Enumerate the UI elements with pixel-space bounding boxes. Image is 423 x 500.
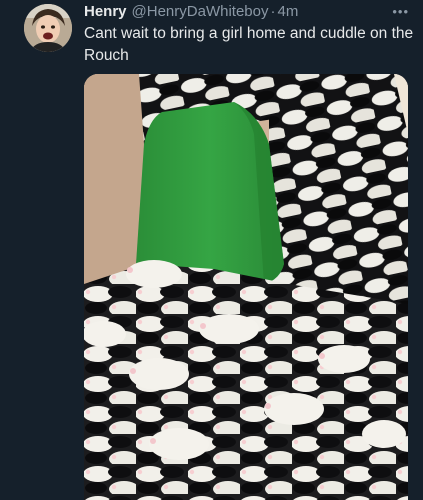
author-handle[interactable]: @HenryDaWhiteboy [132,2,269,22]
tweet-header: Henry @HenryDaWhiteboy · 4m [84,2,413,22]
rat-couch-image [84,74,408,500]
timestamp[interactable]: 4m [277,2,298,22]
tweet-text: Cant wait to bring a girl home and cuddl… [84,25,414,64]
author-name[interactable]: Henry [84,2,127,22]
tweet-photo[interactable] [84,74,408,500]
more-horizontal-icon[interactable]: ••• [392,4,409,19]
separator: · [270,3,276,20]
tweet[interactable]: Henry @HenryDaWhiteboy · 4m ••• Cant wai… [0,0,423,500]
avatar[interactable] [24,4,72,52]
avatar-image [24,4,72,52]
